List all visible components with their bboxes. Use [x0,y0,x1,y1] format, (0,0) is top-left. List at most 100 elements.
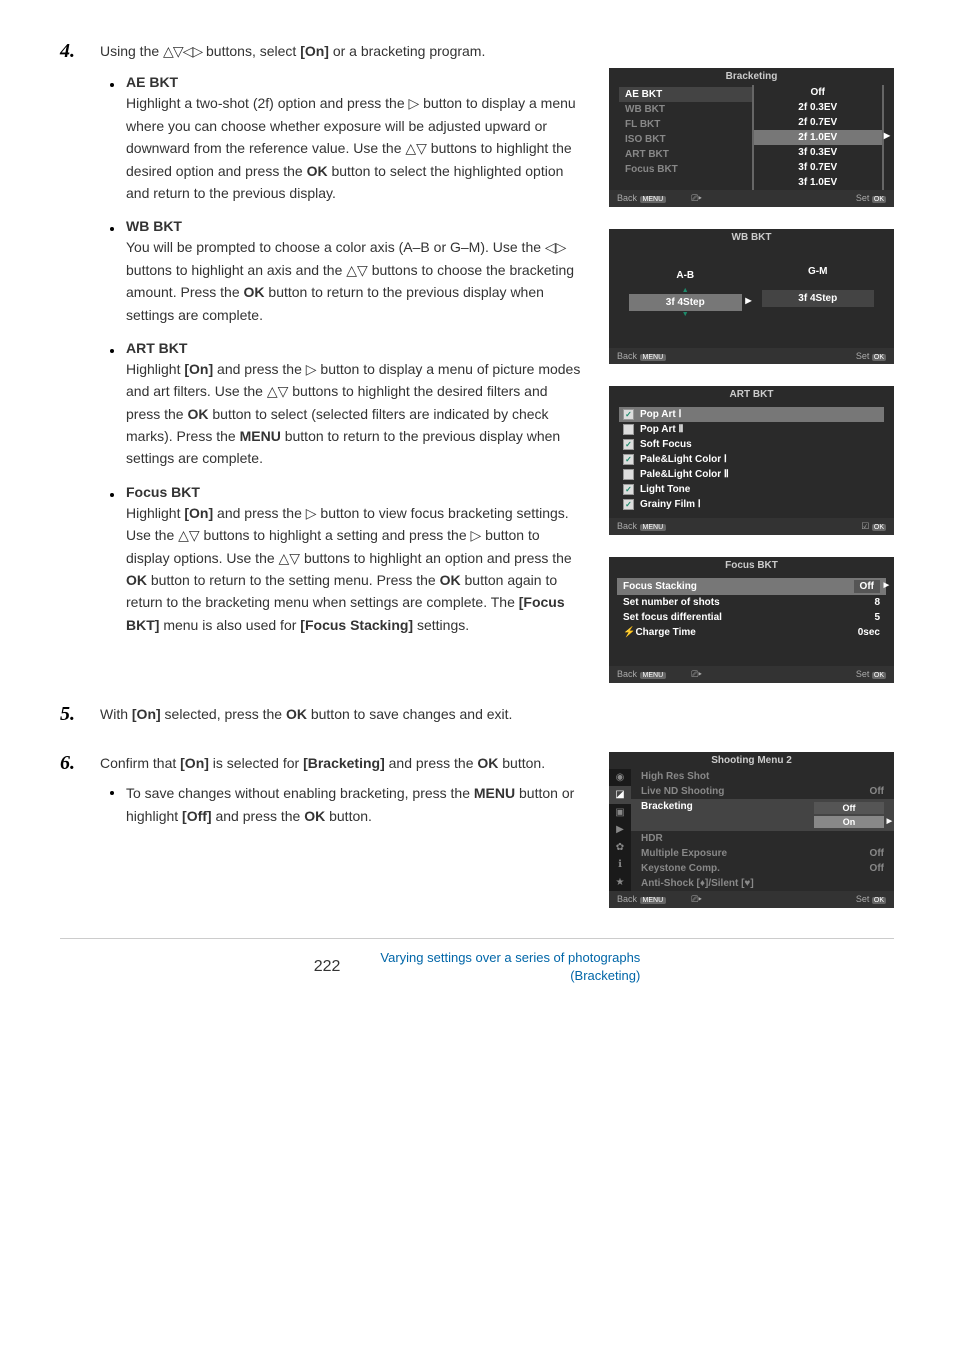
setting-label: Set number of shots [623,597,720,608]
focus-setting-row[interactable]: Set focus differential5 [617,610,886,625]
ok-icon: OK [872,196,886,203]
tab-setup-icon[interactable]: ℹ [609,856,631,873]
axis-label: G-M [762,266,875,277]
bracketing-value-list: Off 2f 0.3EV 2f 0.7EV 2f 1.0EV 3f 0.3EV … [752,85,885,190]
checkbox-icon: ✓ [623,409,634,420]
mode-iso-bkt[interactable]: ISO BKT [619,132,752,147]
ok-icon: OK [872,672,886,679]
screen-title: ART BKT [609,386,894,403]
back-label[interactable]: Back [617,193,637,203]
checkbox-icon: ✓ [623,454,634,465]
wb-axis-gm[interactable]: G-M ▲ 3f 4Step [762,266,875,318]
back-label[interactable]: Back [617,894,637,904]
back-label[interactable]: Back [617,669,637,679]
val-off[interactable]: Off [754,85,883,100]
tab-playback-icon[interactable]: ▶ [609,821,631,838]
screen-title: Focus BKT [609,557,894,574]
menu-item[interactable]: Multiple ExposureOff [631,846,894,861]
checkbox-icon: ✓ [623,499,634,510]
menu-item[interactable]: HDR [631,831,894,846]
screen-title: Shooting Menu 2 [609,752,894,769]
art-filter-list: ✓Pop Art Ⅰ✓Pop Art Ⅱ✓Soft Focus✓Pale&Lig… [609,403,894,518]
item-wb-bkt: WB BKT You will be prompted to choose a … [100,218,581,326]
description: Highlight [On] and press the ▷ button to… [126,358,581,470]
menu-label: Anti-Shock [♦]/Silent [♥] [641,878,754,889]
mode-art-bkt[interactable]: ART BKT [619,147,752,162]
art-filter-item[interactable]: ✓Soft Focus [619,437,884,452]
screen-footer: Back MENU Set OK [609,348,894,364]
menu-item[interactable]: Bracketing Off On [631,799,894,831]
wb-axis-ab[interactable]: A-B ▲ 3f 4Step ▼ [629,266,742,318]
art-filter-item[interactable]: ✓ Pale&Light Color Ⅰ [619,452,884,467]
art-filter-item[interactable]: ✓Light Tone [619,482,884,497]
menu-item[interactable]: Keystone Comp.Off [631,861,894,876]
menu-label: Multiple Exposure [641,848,727,859]
item-focus-bkt: Focus BKT Highlight [On] and press the ▷… [100,484,581,636]
page-number: 222 [314,958,341,976]
setting-value: Off [854,580,880,593]
menu-item[interactable]: Live ND ShootingOff [631,784,894,799]
step-number: 4. [60,40,88,683]
mode-fl-bkt[interactable]: FL BKT [619,117,752,132]
step-4: 4. Using the △▽◁▷ buttons, select [On] o… [60,40,894,683]
val-3f10[interactable]: 3f 1.0EV [754,175,883,190]
filter-label: Pale&Light Color Ⅰ [640,454,727,465]
step6-text: Confirm that [On] is selected for [Brack… [100,752,581,774]
art-filter-item[interactable]: ✓ Pop Art Ⅰ [619,407,884,422]
filter-label: Pop Art Ⅰ [640,409,681,420]
setting-label: Set focus differential [623,612,722,623]
menu-icon: MENU [640,897,667,904]
focus-setting-row[interactable]: Set number of shots8 [617,595,886,610]
step4-intro: Using the △▽◁▷ buttons, select [On] or a… [100,40,894,62]
focus-setting-row[interactable]: Focus Stacking Off [617,578,886,595]
heading: AE BKT [126,74,581,90]
set-label[interactable]: Set [856,894,870,904]
tab-video-icon[interactable]: ▣ [609,804,631,821]
val-3f07[interactable]: 3f 0.7EV [754,160,883,175]
page-reference-link[interactable]: Varying settings over a series of photog… [380,949,640,985]
menu-label: Bracketing [641,801,693,829]
art-filter-item[interactable]: ✓Pale&Light Color Ⅱ [619,467,884,482]
down-arrow-icon: ▼ [629,311,742,318]
tab-gear-icon[interactable]: ✿ [609,838,631,855]
back-label[interactable]: Back [617,351,637,361]
setting-label: Focus Stacking [623,581,697,592]
art-filter-item[interactable]: ✓Pop Art Ⅱ [619,422,884,437]
setting-label: ⚡Charge Time [623,627,696,638]
tab-camera2-icon[interactable]: ◪ [609,786,631,803]
checkbox-icon: ✓ [623,424,634,435]
ok-icon: OK [872,524,886,531]
val-2f10[interactable]: 2f 1.0EV [754,130,883,145]
screen-shooting-menu-2: Shooting Menu 2 ◉ ◪ ▣ ▶ ✿ ℹ ★ High Res S… [609,752,894,908]
mode-ae-bkt[interactable]: AE BKT [619,87,752,102]
tab-camera1-icon[interactable]: ◉ [609,769,631,786]
val-2f07[interactable]: 2f 0.7EV [754,115,883,130]
description: Highlight a two-shot (2f) option and pre… [126,92,581,204]
back-label[interactable]: Back [617,521,637,531]
menu-icon: MENU [640,672,667,679]
set-label[interactable]: Set [856,669,870,679]
menu-icon: MENU [640,196,667,203]
ok-icon: OK [872,354,886,361]
bracketing-mode-list: AE BKT WB BKT FL BKT ISO BKT ART BKT Foc… [619,85,752,190]
screen-footer: Back MENU ⎚▸ Set OK [609,190,894,207]
mode-focus-bkt[interactable]: Focus BKT [619,162,752,177]
option[interactable]: On [814,816,884,828]
screen-bracketing: Bracketing AE BKT WB BKT FL BKT ISO BKT … [609,68,894,207]
menu-item[interactable]: Anti-Shock [♦]/Silent [♥] [631,876,894,891]
art-filter-item[interactable]: ✓ Grainy Film Ⅰ [619,497,884,512]
filter-label: Grainy Film Ⅰ [640,499,701,510]
screen-title: WB BKT [609,229,894,246]
focus-setting-row[interactable]: ⚡Charge Time0sec [617,625,886,640]
menu-value: Off [870,786,884,797]
set-label[interactable]: Set [856,351,870,361]
val-2f03[interactable]: 2f 0.3EV [754,100,883,115]
set-label[interactable]: Set [856,193,870,203]
filter-label: Soft Focus [640,439,692,450]
mode-wb-bkt[interactable]: WB BKT [619,102,752,117]
tab-my-icon[interactable]: ★ [609,873,631,890]
menu-item[interactable]: High Res Shot [631,769,894,784]
option[interactable]: Off [814,802,884,814]
val-3f03[interactable]: 3f 0.3EV [754,145,883,160]
heading: WB BKT [126,218,581,234]
